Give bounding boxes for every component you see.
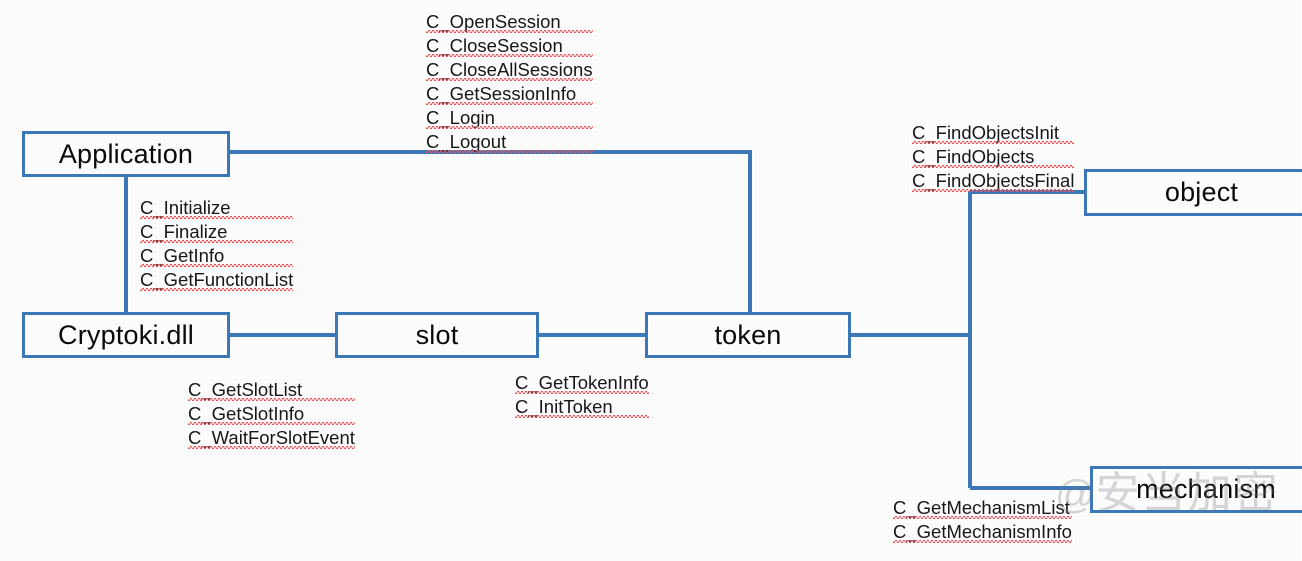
function-list-session: C_OpenSession C_CloseSession C_CloseAllS… <box>426 10 593 154</box>
function-label: C_CloseAllSessions <box>426 59 593 81</box>
function-label: C_GetMechanismList <box>893 496 1072 520</box>
diagram-canvas: Application Cryptoki.dll slot token obje… <box>0 0 1302 561</box>
function-label: C_GetFunctionList <box>140 269 294 291</box>
function-label: C_Login <box>426 106 593 130</box>
function-label: C_GetMechanismInfo <box>893 521 1072 543</box>
function-label: C_CloseSession <box>426 34 593 58</box>
node-application-label: Application <box>58 138 194 169</box>
node-object-label: object <box>1164 177 1239 207</box>
function-list-mechanism: C_GetMechanismList C_GetMechanismInfo <box>893 496 1072 544</box>
function-label: C_FindObjects <box>912 145 1075 169</box>
watermark-at-symbol: @ <box>1055 473 1096 517</box>
function-label: C_FindObjectsFinal <box>912 170 1075 192</box>
node-token-label: token <box>714 319 782 350</box>
function-label: C_GetTokenInfo <box>515 372 649 394</box>
node-slot-label: slot <box>415 319 459 350</box>
node-token[interactable]: token <box>645 312 851 358</box>
function-list-object: C_FindObjectsInit C_FindObjects C_FindOb… <box>912 121 1075 193</box>
function-label: C_GetInfo <box>140 244 294 268</box>
node-cryptoki-dll-label: Cryptoki.dll <box>58 319 194 350</box>
function-label: C_Logout <box>426 130 593 154</box>
function-label: C_OpenSession <box>426 10 593 34</box>
watermark-text: 安当加密 <box>1095 469 1280 518</box>
watermark: @安当加密 <box>1055 472 1280 516</box>
function-list-token: C_GetTokenInfo C_InitToken <box>515 371 649 419</box>
node-object[interactable]: object <box>1084 169 1302 216</box>
function-label: C_GetSessionInfo <box>426 82 593 106</box>
function-label: C_GetSlotList <box>188 378 355 402</box>
function-label: C_WaitForSlotEvent <box>188 427 355 449</box>
function-list-general: C_Initialize C_Finalize C_GetInfo C_GetF… <box>140 196 294 292</box>
node-cryptoki-dll[interactable]: Cryptoki.dll <box>22 312 230 358</box>
function-label: C_Finalize <box>140 220 294 244</box>
wire-application-token <box>230 150 752 312</box>
function-label: C_GetSlotInfo <box>188 402 355 426</box>
function-label: C_FindObjectsInit <box>912 121 1075 145</box>
node-slot[interactable]: slot <box>335 312 539 358</box>
function-label: C_InitToken <box>515 395 649 419</box>
function-list-slot: C_GetSlotList C_GetSlotInfo C_WaitForSlo… <box>188 378 355 450</box>
function-label: C_Initialize <box>140 196 294 220</box>
node-application[interactable]: Application <box>22 131 230 177</box>
